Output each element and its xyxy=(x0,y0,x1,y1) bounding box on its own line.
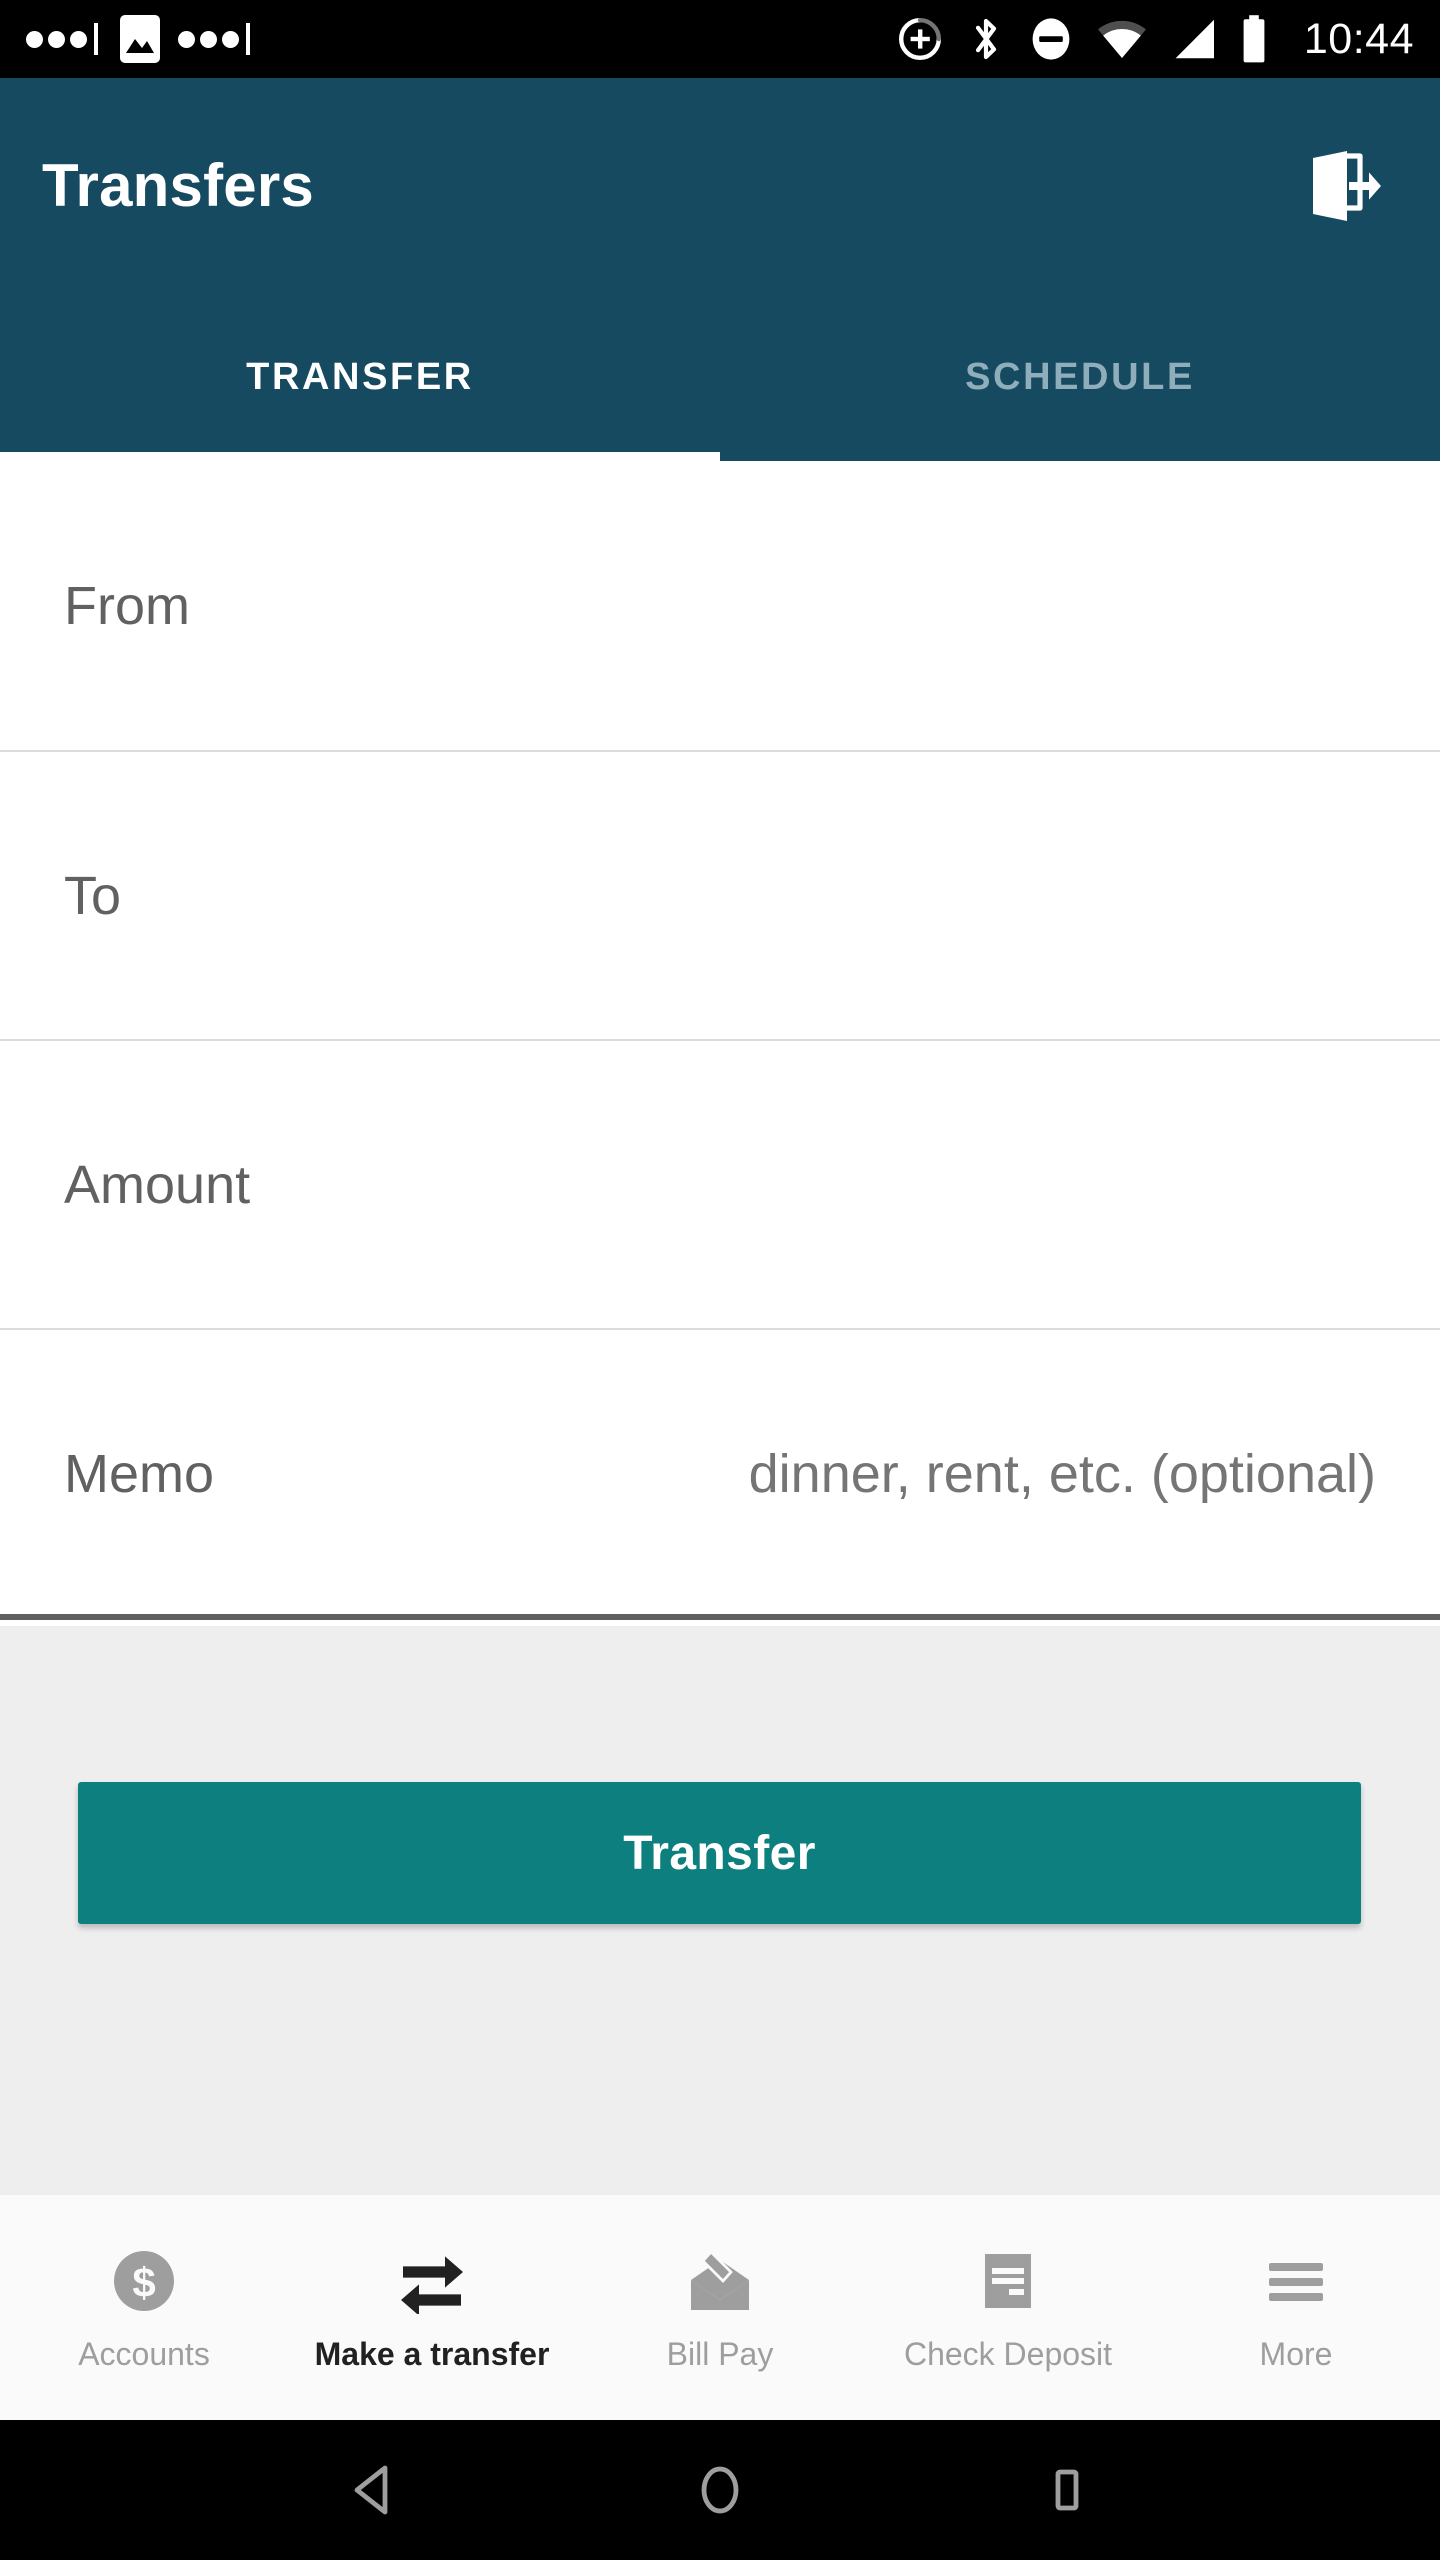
transfer-form: From To Amount Memo dinner, rent, etc. (… xyxy=(0,461,1440,1620)
hamburger-menu-icon xyxy=(1263,2242,1329,2320)
status-bar-right-icons: 10:44 xyxy=(896,14,1414,64)
from-label: From xyxy=(64,575,190,636)
check-card-icon xyxy=(975,2242,1041,2320)
form-bottom-divider xyxy=(0,1614,1440,1620)
amount-label: Amount xyxy=(64,1154,251,1215)
transfer-button[interactable]: Transfer xyxy=(78,1782,1361,1924)
nav-item-accounts[interactable]: $ Accounts xyxy=(0,2195,288,2420)
app-screen: 10:44 Transfers TRANSFER SCHEDULE From T… xyxy=(0,0,1440,2560)
nav-item-more[interactable]: More xyxy=(1152,2195,1440,2420)
tab-schedule[interactable]: SCHEDULE xyxy=(720,293,1440,461)
nav-label-make-a-transfer: Make a transfer xyxy=(314,2336,550,2372)
android-system-nav xyxy=(0,2420,1440,2560)
recents-button[interactable] xyxy=(1007,2430,1127,2550)
nav-item-bill-pay[interactable]: Bill Pay xyxy=(576,2195,864,2420)
app-bar: Transfers TRANSFER SCHEDULE xyxy=(0,78,1440,461)
nav-label-bill-pay: Bill Pay xyxy=(666,2336,774,2372)
swap-arrows-icon xyxy=(397,2242,467,2320)
nav-label-accounts: Accounts xyxy=(78,2336,210,2372)
bottom-navigation: $ Accounts Make a transfer Bill Pay Chec… xyxy=(0,2195,1440,2420)
image-icon xyxy=(118,13,162,65)
do-not-disturb-icon xyxy=(1028,14,1074,64)
back-triangle-icon xyxy=(354,2465,388,2515)
notification-dots-icon xyxy=(178,23,250,55)
tab-schedule-label: SCHEDULE xyxy=(965,355,1195,398)
app-bar-top: Transfers xyxy=(0,78,1440,293)
status-bar-clock: 10:44 xyxy=(1303,14,1414,63)
action-area: Transfer xyxy=(0,1626,1440,2195)
bluetooth-icon xyxy=(966,15,1006,63)
tab-bar: TRANSFER SCHEDULE xyxy=(0,293,1440,461)
battery-icon xyxy=(1240,14,1268,64)
memo-placeholder: dinner, rent, etc. (optional) xyxy=(748,1443,1376,1504)
recents-square-icon xyxy=(1055,2469,1079,2511)
envelope-pen-icon xyxy=(685,2242,755,2320)
nav-item-make-a-transfer[interactable]: Make a transfer xyxy=(288,2195,576,2420)
memo-label: Memo xyxy=(64,1443,215,1504)
notification-dots-icon xyxy=(26,23,98,55)
tab-active-indicator xyxy=(0,452,720,461)
amount-field-row[interactable]: Amount xyxy=(0,1039,1440,1328)
cell-signal-icon xyxy=(1170,17,1218,61)
sync-circle-plus-icon xyxy=(896,15,944,63)
dollar-circle-icon: $ xyxy=(111,2242,177,2320)
to-field-row[interactable]: To xyxy=(0,750,1440,1039)
home-button[interactable] xyxy=(660,2430,780,2550)
to-label: To xyxy=(64,865,122,926)
nav-label-more: More xyxy=(1259,2336,1333,2372)
home-circle-icon xyxy=(701,2466,739,2514)
logout-icon xyxy=(1313,150,1381,221)
back-button[interactable] xyxy=(313,2430,433,2550)
wifi-icon xyxy=(1096,17,1148,61)
memo-field-row[interactable]: Memo dinner, rent, etc. (optional) xyxy=(0,1328,1440,1617)
tab-transfer[interactable]: TRANSFER xyxy=(0,293,720,461)
status-bar-left-icons xyxy=(26,13,254,65)
nav-label-check-deposit: Check Deposit xyxy=(903,2336,1113,2372)
status-bar: 10:44 xyxy=(0,0,1440,78)
from-field-row[interactable]: From xyxy=(0,461,1440,750)
logout-button[interactable] xyxy=(1288,131,1398,241)
nav-item-check-deposit[interactable]: Check Deposit xyxy=(864,2195,1152,2420)
page-title: Transfers xyxy=(42,152,314,219)
svg-text:$: $ xyxy=(132,2259,155,2306)
tab-transfer-label: TRANSFER xyxy=(246,355,474,398)
